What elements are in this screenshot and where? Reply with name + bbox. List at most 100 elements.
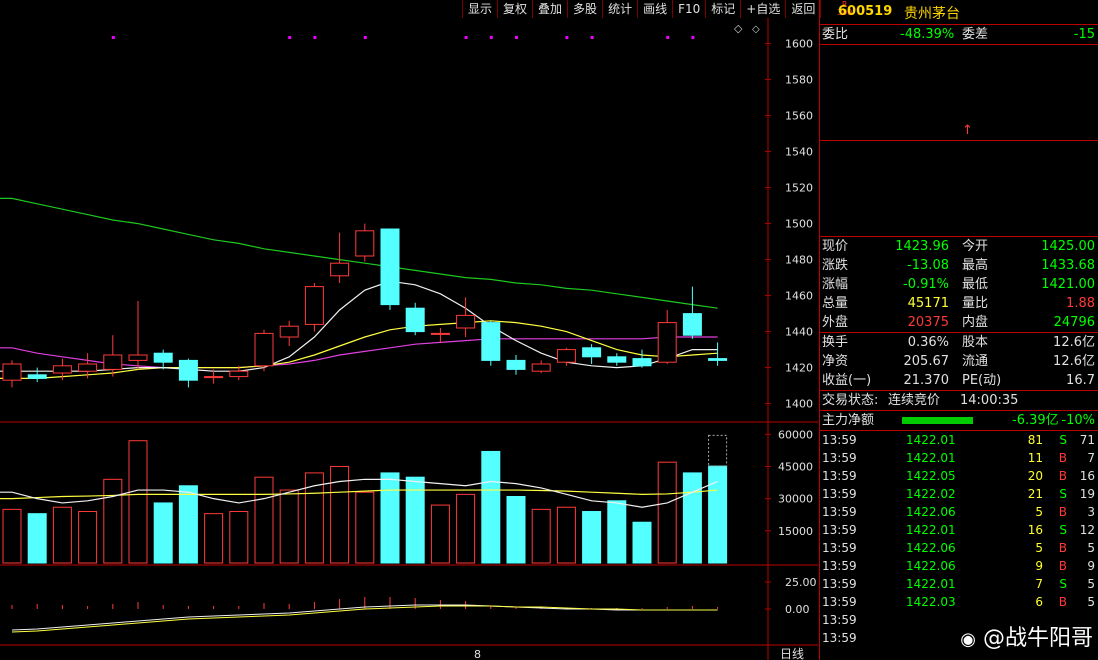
tick-volume: 16: [1027, 523, 1043, 537]
candle-body: [657, 322, 677, 363]
quote-label-2: 内盘: [962, 315, 989, 330]
signal-dot: [489, 36, 493, 39]
ask-book: ↑: [820, 45, 1098, 141]
signal-dot: [313, 36, 317, 39]
tick-time: 13:59: [822, 577, 857, 591]
tick-volume: 21: [1027, 487, 1043, 501]
signal-dot: [464, 36, 468, 39]
net-flow-value: -6.39亿: [1012, 413, 1059, 428]
volume-bar: [682, 472, 702, 564]
quote-label-2: 最低: [962, 277, 989, 292]
toolbar-button-2[interactable]: 叠加: [533, 0, 569, 18]
status-value: 连续竞价: [888, 393, 941, 408]
status-time: 14:00:35: [960, 393, 1019, 408]
quote-value-2: 1425.00: [1041, 239, 1095, 254]
toolbar-button-3[interactable]: 多股: [568, 0, 604, 18]
tick-side: B: [1058, 469, 1067, 483]
volume-bar: [355, 491, 375, 564]
diamond-icon[interactable]: ◇: [734, 22, 743, 35]
tick-row: 13:59 1422.01 11 B 7: [820, 449, 1098, 467]
volume-tick-label: 45000: [778, 460, 813, 473]
quote-label: 涨跌: [822, 258, 849, 273]
quote-row: 总量 45171 量比 1.88: [820, 294, 1098, 313]
weicha-value: -15: [1073, 27, 1095, 42]
toolbar-button-5[interactable]: 画线: [638, 0, 674, 18]
tick-price: 1422.05: [906, 469, 956, 483]
stock-name[interactable]: 贵州茅台: [904, 3, 960, 23]
candle-body: [708, 358, 728, 361]
watermark-text: @战牛阳哥: [982, 626, 1093, 651]
tick-price: 1422.01: [906, 433, 956, 447]
bid-row: [820, 198, 1098, 217]
toolbar-button-6[interactable]: F10: [673, 0, 707, 18]
fund-row: 收益(一) 21.370 PE(动) 16.7: [820, 371, 1098, 390]
volume-forecast-box: [708, 434, 728, 467]
quote-value: 20375: [907, 315, 949, 330]
price-moving-averages: [0, 197, 718, 379]
toolbar-button-8[interactable]: +自选: [741, 0, 787, 18]
toolbar-button-4[interactable]: 统计: [603, 0, 639, 18]
volume-bar: [204, 513, 224, 564]
toolbar-button-7[interactable]: 标记: [706, 0, 742, 18]
kline-chart[interactable]: ◇ ◇ 1400 1420 1440 1460 1480 1500 1520 1540 1560…: [0, 0, 818, 660]
volume-bar: [2, 508, 22, 564]
tick-price: 1422.01: [906, 577, 956, 591]
price-tick-label: 1540: [785, 146, 813, 159]
net-flow-row: 主力净额 -6.39亿 -10%: [820, 411, 1098, 431]
price-axis: 1400 1420 1440 1460 1480 1500 1520 1540 1560 1580…: [765, 38, 813, 411]
tick-row: 13:59 1422.05 20 B 16: [820, 467, 1098, 485]
volume-bar: [178, 485, 198, 564]
tick-row: 13:59 1422.06 9 B 9: [820, 557, 1098, 575]
candle-body: [380, 228, 400, 306]
candle-body: [682, 313, 702, 336]
quote-label: 现价: [822, 239, 849, 254]
tick-volume: 5: [1035, 505, 1043, 519]
tick-price: 1422.06: [906, 559, 956, 573]
candle-body: [531, 363, 551, 372]
signal-dot: [363, 36, 367, 39]
volume-bar: [153, 502, 173, 564]
toolbar-button-0[interactable]: 显示: [463, 0, 499, 18]
tick-list[interactable]: 13:59 1422.01 81 S 71 13:59 1422.01 11 B 7 13:59 14…: [820, 431, 1098, 647]
tick-price: 1422.01: [906, 451, 956, 465]
weibi-row: 委比 -48.39% 委差 -15: [820, 25, 1098, 45]
tick-count: 5: [1087, 595, 1095, 609]
tick-count: 3: [1087, 505, 1095, 519]
price-tick-label: 1500: [785, 218, 813, 231]
tick-count: 19: [1079, 487, 1095, 501]
candle-body: [456, 314, 476, 329]
fund-value-2: 12.6亿: [1053, 354, 1095, 369]
volume-bar: [481, 450, 501, 564]
tick-count: 5: [1087, 541, 1095, 555]
volume-tick-label: 15000: [778, 525, 813, 538]
quote-row: 外盘 20375 内盘 24796: [820, 313, 1098, 332]
bid-row: [820, 217, 1098, 236]
signal-dot: [666, 36, 670, 39]
volume-bar: [632, 521, 652, 564]
fund-label-2: 股本: [962, 335, 989, 350]
price-tick-label: 1600: [785, 38, 813, 51]
fund-label: 换手: [822, 335, 849, 350]
toolbar-button-9[interactable]: 返回: [786, 0, 822, 18]
tick-volume: 9: [1035, 559, 1043, 573]
fund-value: 21.370: [903, 373, 950, 388]
tick-volume: 11: [1027, 451, 1043, 465]
price-tick-label: 1400: [785, 398, 813, 411]
ask-row: ↑: [820, 121, 1098, 140]
tick-time: 13:59: [822, 613, 857, 627]
stock-code[interactable]: 600519: [838, 4, 892, 19]
quote-value: -0.91%: [903, 277, 949, 292]
toolbar-button-1[interactable]: 复权: [498, 0, 534, 18]
weibi-value: -48.39%: [900, 27, 955, 42]
macd-panel: 25.00 0.00: [11, 576, 817, 633]
tick-side: S: [1059, 487, 1067, 501]
candle-body: [607, 356, 627, 363]
restore-icon[interactable]: ◇: [752, 24, 760, 35]
volume-bar: [456, 493, 476, 564]
bid-row: [820, 160, 1098, 179]
toolbar: 显示 复权 叠加 多股 统计 画线 F10 标记 +自选 返回: [462, 0, 822, 18]
fund-value-2: 12.6亿: [1053, 335, 1095, 350]
tick-volume: 20: [1027, 469, 1043, 483]
tick-price: 1422.02: [906, 487, 956, 501]
volume-bar: [506, 496, 526, 564]
